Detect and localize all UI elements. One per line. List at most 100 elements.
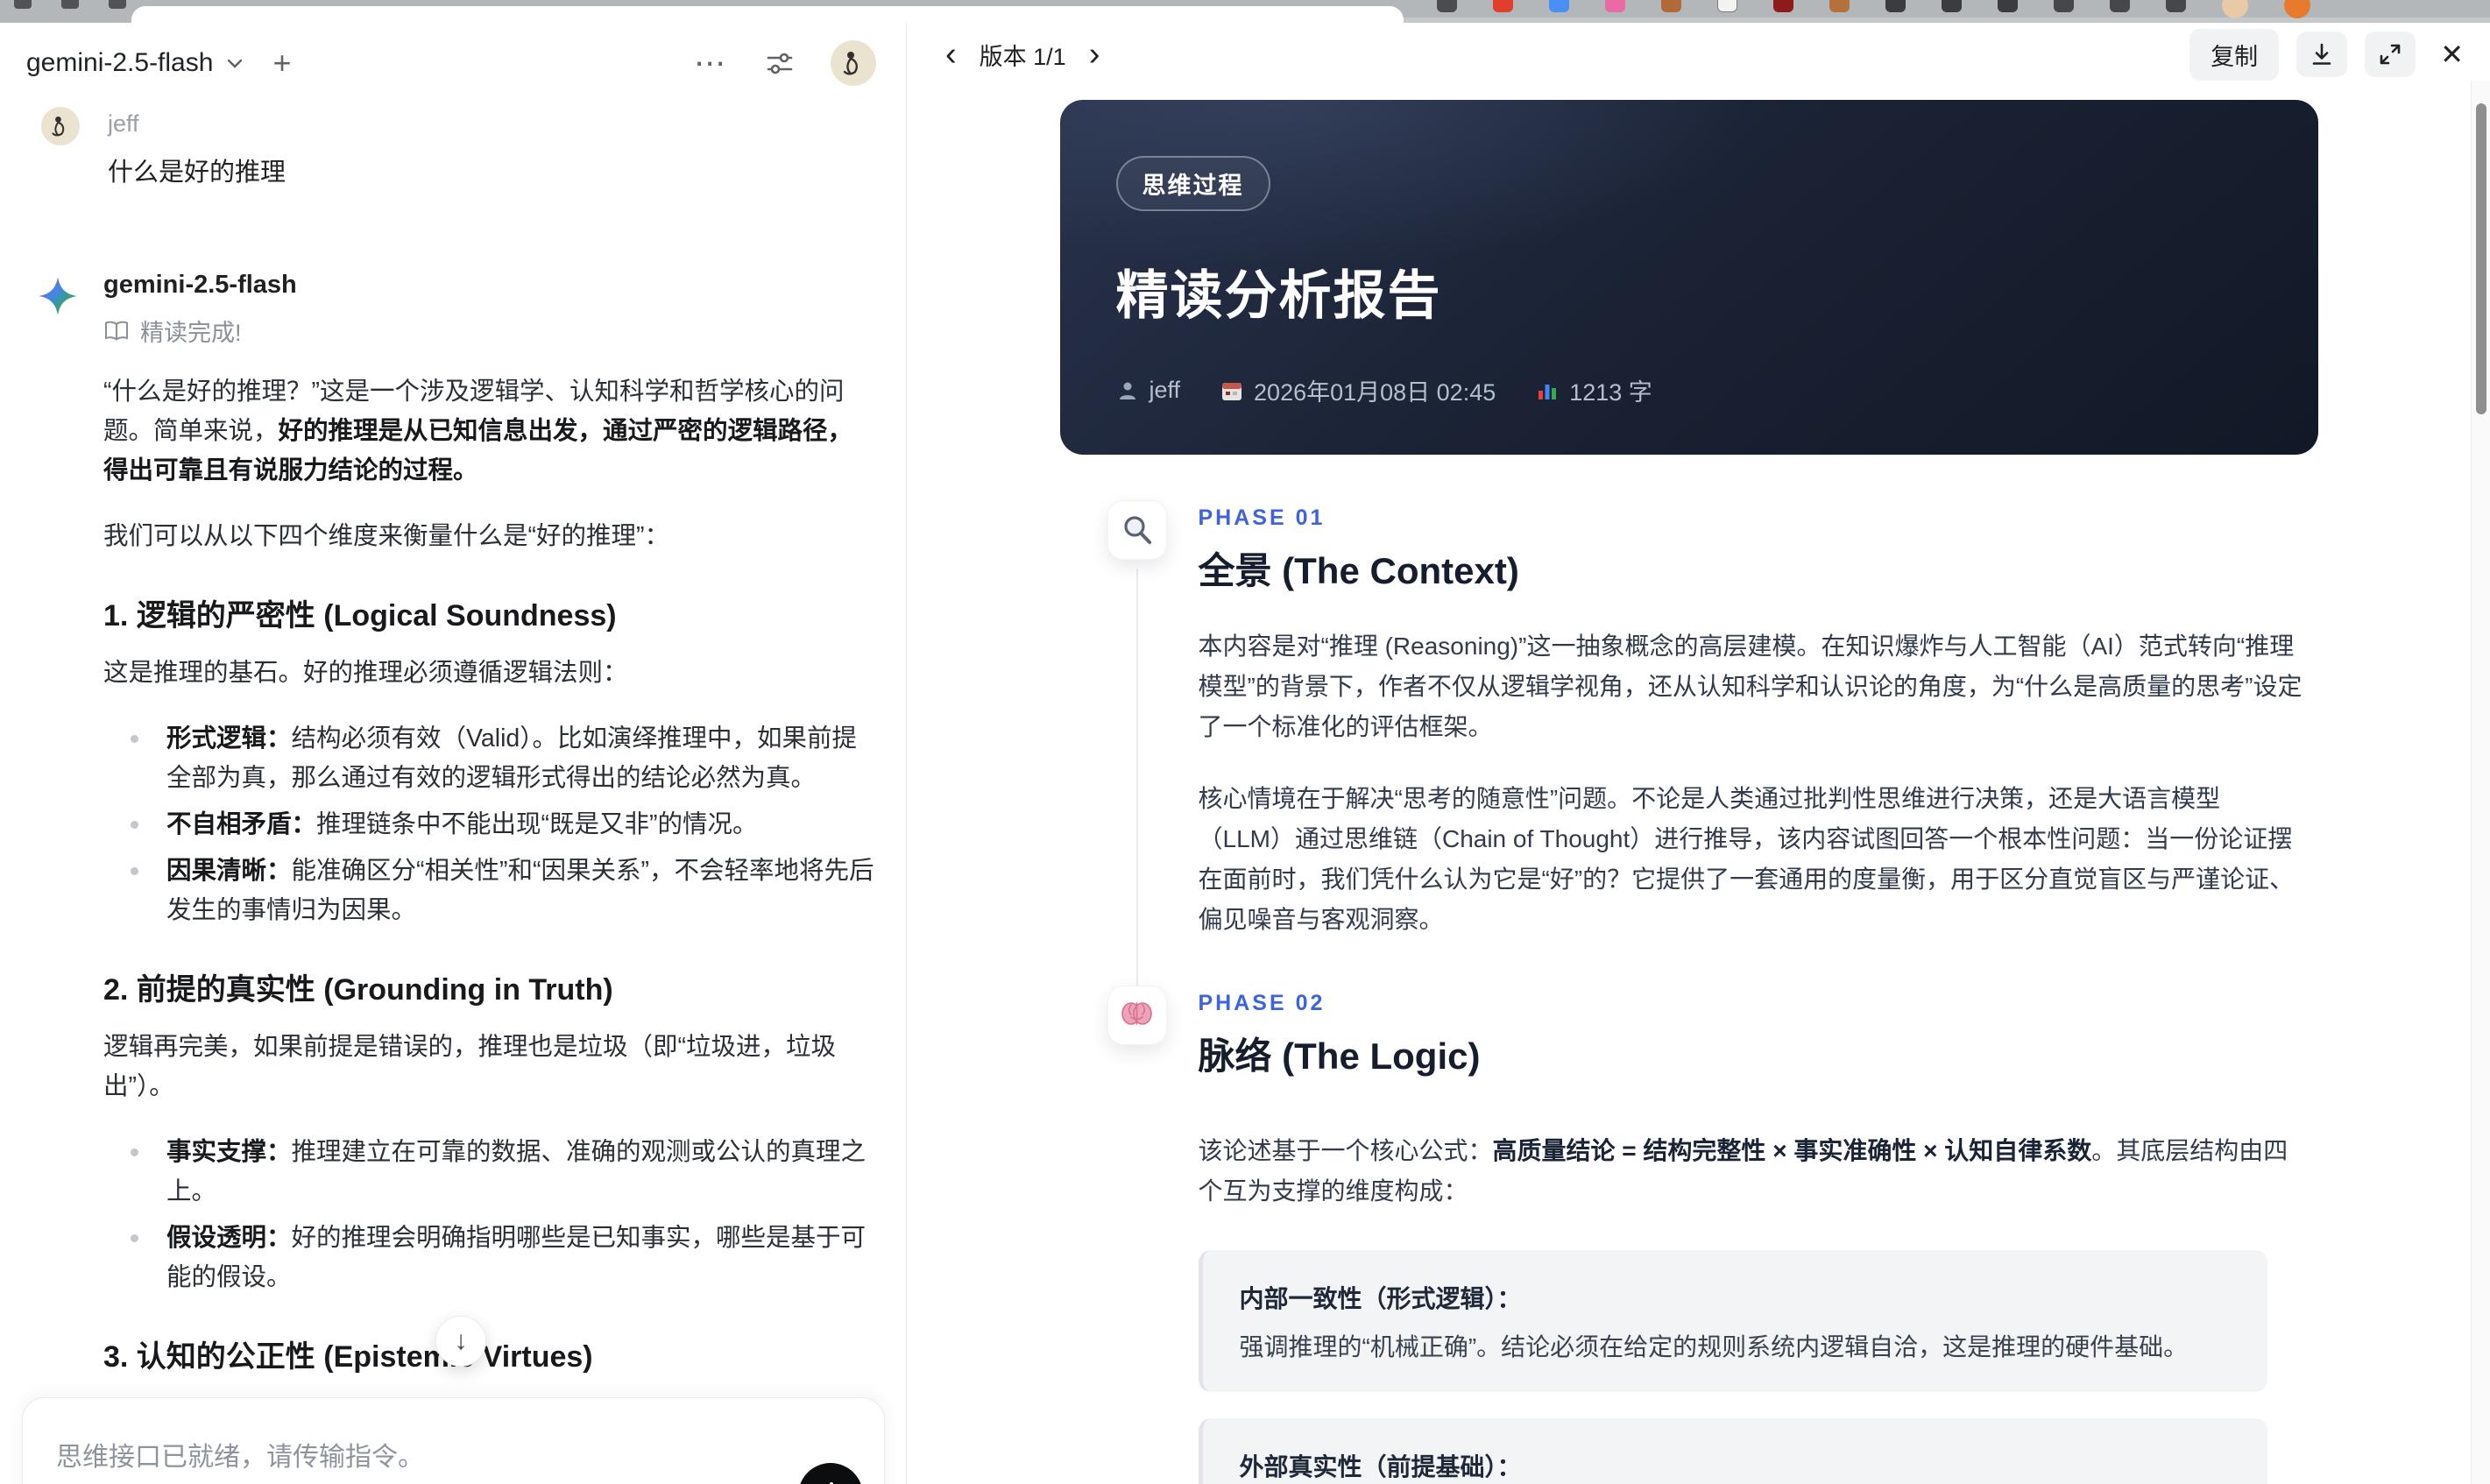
extension-icon[interactable] (2054, 0, 2074, 12)
chat-scroll-area[interactable]: jeff 什么是好的推理 gemini-2.5-flash 精读完成! “什么是… (0, 93, 906, 1484)
phase-2-title: 脉络 (The Logic) (1198, 1035, 1481, 1077)
extension-icons[interactable] (1437, 0, 2310, 18)
assistant-status-text: 精读完成! (140, 320, 242, 346)
user-message: jeff 什么是好的推理 (41, 107, 867, 188)
scrollbar-track[interactable] (2471, 81, 2490, 1484)
section-2-lead: 逻辑再完美，如果前提是错误的，推理也是垃圾（即“垃圾进，垃圾出”）。 (103, 1033, 836, 1100)
assistant-name: gemini-2.5-flash (103, 271, 297, 299)
dimension-card: 外部真实性（前提基础）： 强调推理的“经验校准”。解决“GIGO（垃圾进，垃圾出… (1198, 1418, 2267, 1484)
extension-icon[interactable] (1549, 0, 1569, 12)
card-body: 强调推理的“机械正确”。结论必须在给定的规则系统内逻辑自洽，这是推理的硬件基础。 (1239, 1333, 2189, 1360)
assistant-message: gemini-2.5-flash 精读完成! “什么是好的推理？”这是一个涉及逻… (38, 271, 874, 1484)
book-icon (105, 321, 128, 341)
chat-panel: gemini-2.5-flash + ⋯ jeff 什么是好的推理 gemini… (0, 23, 907, 1484)
extension-icon[interactable] (2166, 0, 2186, 12)
chat-header: gemini-2.5-flash + ⋯ (0, 23, 906, 93)
extension-icon[interactable] (2222, 0, 2248, 18)
artifact-panel: ‹ 版本 1/1 › 复制 ✕ 思维过程 精读分析报告 jeff 2026年01… (907, 23, 2490, 1484)
extension-icon[interactable] (1437, 0, 1457, 12)
artifact-toolbar: ‹ 版本 1/1 › 复制 ✕ (907, 23, 2490, 86)
section-2-list: 事实支撑：推理建立在可靠的数据、准确的观测或公认的真理之上。 假设透明：好的推理… (103, 1133, 874, 1297)
arrow-down-icon: ↓ (454, 1326, 468, 1355)
section-2-heading: 2. 前提的真实性 (Grounding in Truth) (103, 973, 613, 1007)
phase-1-title: 全景 (The Context) (1198, 550, 1519, 591)
artifact-scroll-area[interactable]: 思维过程 精读分析报告 jeff 2026年01月08日 02:45 1213 … (907, 86, 2471, 1484)
section-1-heading: 1. 逻辑的严密性 (Logical Soundness) (103, 599, 617, 632)
extension-icon[interactable] (1717, 0, 1737, 12)
extension-icon[interactable] (1885, 0, 1906, 12)
lead-paragraph: 我们可以从以下四个维度来衡量什么是“好的推理”： (103, 522, 669, 550)
browser-chrome-strip (0, 0, 2490, 23)
extension-icon[interactable] (2110, 0, 2130, 12)
scrollbar-thumb[interactable] (2476, 103, 2486, 414)
report-meta: jeff 2026年01月08日 02:45 1213 字 (1116, 373, 2262, 407)
extension-icon[interactable] (2284, 0, 2310, 18)
person-icon (1119, 382, 1135, 399)
user-name: jeff (108, 110, 139, 137)
list-item: 不自相矛盾：推理链条中不能出现“既是又非”的情况。 (103, 805, 874, 844)
user-message-text: 什么是好的推理 (108, 159, 286, 187)
chevron-down-icon[interactable] (223, 52, 246, 74)
section-1-lead: 这是推理的基石。好的推理必须遵循逻辑法则： (103, 659, 628, 687)
download-button[interactable] (2296, 32, 2348, 77)
user-avatar (41, 107, 80, 145)
report-word-count: 1213 字 (1536, 373, 1652, 407)
model-selector[interactable]: gemini-2.5-flash (26, 48, 213, 78)
bar-chart-icon (1539, 384, 1557, 399)
list-item: 事实支撑：推理建立在可靠的数据、准确的观测或公认的真理之上。 (103, 1133, 874, 1212)
extension-icon[interactable] (1605, 0, 1625, 12)
expand-icon (2380, 44, 2401, 65)
waveform-icon (830, 1482, 833, 1484)
extension-icon[interactable] (1942, 0, 1962, 12)
extension-icon[interactable] (1773, 0, 1793, 12)
download-icon (2312, 43, 2331, 65)
extension-icon[interactable] (1661, 0, 1681, 12)
browser-tab[interactable] (131, 6, 1404, 23)
expand-button[interactable] (2365, 32, 2416, 77)
phase-2-label: PHASE 02 (1198, 991, 1326, 1015)
report-date: 2026年01月08日 02:45 (1220, 373, 1496, 407)
assistant-status: 精读完成! (103, 314, 867, 348)
settings-sliders-icon[interactable] (764, 47, 796, 79)
list-item: 因果清晰：能准确区分“相关性”和“因果关系”，不会轻率地将先后发生的事情归为因果… (103, 852, 874, 930)
report-badge: 思维过程 (1115, 156, 1270, 211)
section-3-heading: 3. 认知的公正性 (Epistemic Virtues) (103, 1340, 593, 1374)
calendar-icon (1222, 382, 1242, 400)
section-1-list: 形式逻辑：结构必须有效（Valid）。比如演绎推理中，如果前提全部为真，那么通过… (103, 719, 874, 930)
more-options-icon[interactable]: ⋯ (694, 45, 727, 81)
new-chat-button[interactable]: + (272, 47, 291, 79)
dimension-card: 内部一致性（形式逻辑）： 强调推理的“机械正确”。结论必须在给定的规则系统内逻辑… (1198, 1250, 2267, 1392)
phase-1-paragraph: 核心情境在于解决“思考的随意性”问题。不论是人类通过批判性思维进行决策，还是大语… (1198, 785, 2295, 933)
next-version-button[interactable]: › (1086, 38, 1104, 71)
phase-1-section: PHASE 01 全景 (The Context) 本内容是对“推理 (Reas… (1060, 500, 2318, 998)
assistant-response: “什么是好的推理？”这是一个涉及逻辑学、认知科学和哲学核心的问题。简单来说，好的… (103, 372, 874, 1484)
phase-2-formula: 该论述基于一个核心公式：高质量结论 = 结构完整性 × 事实准确性 × 认知自律… (1198, 1137, 2288, 1205)
extension-icon[interactable] (1829, 0, 1850, 12)
scroll-to-bottom-button[interactable]: ↓ (435, 1316, 486, 1367)
report-hero-card: 思维过程 精读分析报告 jeff 2026年01月08日 02:45 1213 … (1059, 100, 2318, 455)
copy-button[interactable]: 复制 (2189, 28, 2280, 81)
phase-1-paragraph: 本内容是对“推理 (Reasoning)”这一抽象概念的高层建模。在知识爆炸与人… (1198, 632, 2303, 740)
close-panel-button[interactable]: ✕ (2440, 38, 2464, 71)
phase-1-label: PHASE 01 (1198, 505, 1326, 530)
message-input-placeholder: 思维接口已就绪，请传输指令。 (56, 1443, 424, 1472)
card-title: 外部真实性（前提基础）： (1239, 1453, 1522, 1480)
app-window: gemini-2.5-flash + ⋯ jeff 什么是好的推理 gemini… (0, 23, 2490, 1484)
version-label: 版本 1/1 (979, 43, 1066, 70)
extension-icon[interactable] (1493, 0, 1513, 12)
report-title: 精读分析报告 (1115, 266, 1442, 325)
list-item: 形式逻辑：结构必须有效（Valid）。比如演绎推理中，如果前提全部为真，那么通过… (103, 719, 874, 798)
user-avatar[interactable] (831, 40, 876, 86)
brain-icon (1107, 986, 1167, 1045)
gemini-star-icon (38, 276, 78, 316)
card-title: 内部一致性（形式逻辑）： (1239, 1285, 1522, 1312)
list-item: 假设透明：好的推理会明确指明哪些是已知事实，哪些是基于可能的假设。 (103, 1219, 874, 1297)
magnifier-icon (1107, 500, 1167, 560)
extension-icon[interactable] (1998, 0, 2018, 12)
report-author: jeff (1116, 377, 1180, 404)
phase-2-section: PHASE 02 脉络 (The Logic) 该论述基于一个核心公式：高质量结… (1060, 936, 2318, 1484)
dimension-cards: 内部一致性（形式逻辑）： 强调推理的“机械正确”。结论必须在给定的规则系统内逻辑… (1198, 1250, 2318, 1484)
message-input-box[interactable]: 思维接口已就绪，请传输指令。 + (22, 1397, 885, 1484)
previous-version-button[interactable]: ‹ (942, 38, 960, 71)
intro-paragraph: “什么是好的推理？”这是一个涉及逻辑学、认知科学和哲学核心的问题。简单来说，好的… (103, 378, 853, 484)
